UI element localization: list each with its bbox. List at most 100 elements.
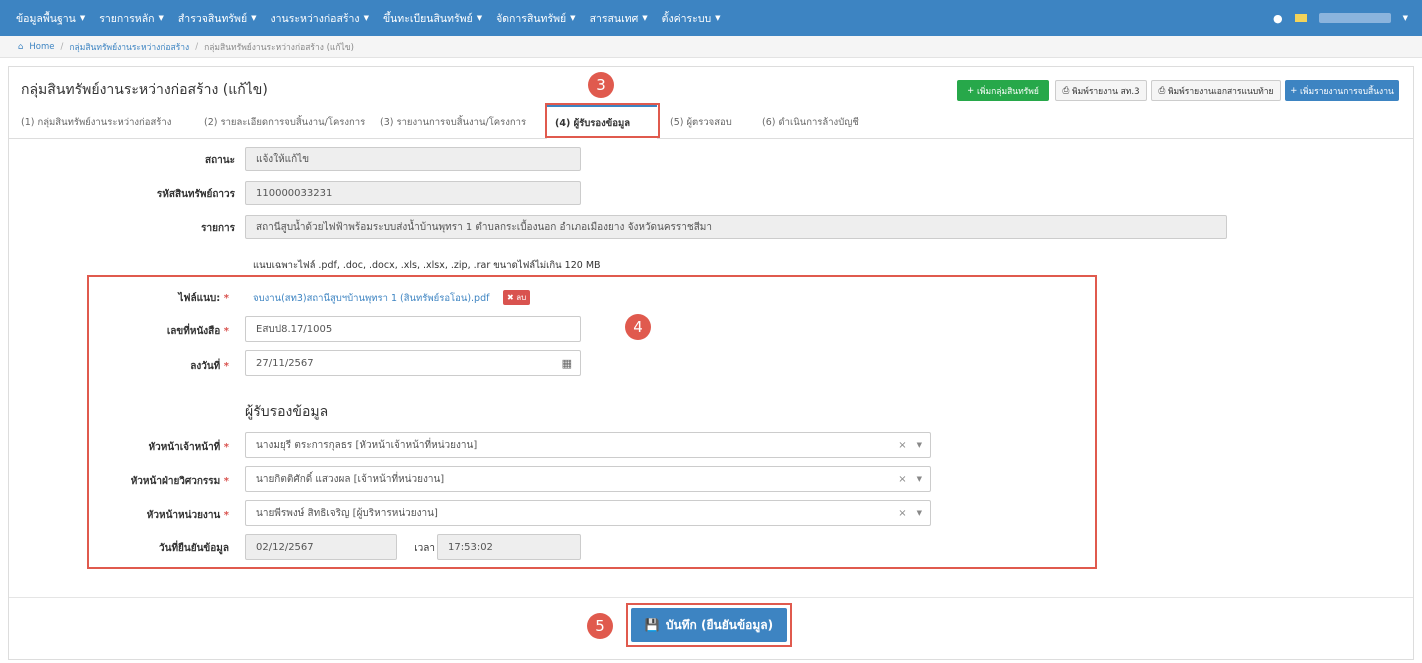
tab-completion-details[interactable]: (2) รายละเอียดการจบสิ้นงาน/โครงการ bbox=[204, 105, 365, 139]
select-controls: × ▼ bbox=[898, 467, 922, 491]
doc-date-input[interactable]: 27/11/2567 ▦ bbox=[245, 350, 581, 376]
nav-right: ● ▼ bbox=[1273, 0, 1408, 36]
nav-item-information[interactable]: สารสนเทศ ▼ bbox=[590, 10, 648, 27]
confirm-date-label: วันที่ยืนยันข้อมูล bbox=[159, 543, 229, 554]
select-controls: × ▼ bbox=[898, 433, 922, 457]
chevron-down-icon[interactable]: ▼ bbox=[917, 441, 922, 449]
label-text: ลงวันที่ bbox=[190, 361, 221, 372]
breadcrumb-home[interactable]: Home bbox=[29, 42, 54, 52]
selected-value: นายกิตติศักดิ์ แสวงผล [เจ้าหน้าที่หน่วยง… bbox=[256, 473, 445, 485]
required-mark: * bbox=[223, 361, 229, 372]
doc-date-label: ลงวันที่ * bbox=[139, 359, 229, 374]
button-label: เพิ่มรายงานการจบสิ้นงาน bbox=[1300, 86, 1394, 97]
nav-item-asset-register[interactable]: ขึ้นทะเบียนสินทรัพย์ ▼ bbox=[383, 10, 482, 27]
nav-item-main-list[interactable]: รายการหลัก ▼ bbox=[99, 10, 164, 27]
caret-down-icon: ▼ bbox=[476, 14, 483, 22]
floppy-disk-icon: 💾 bbox=[644, 618, 660, 632]
nav-label: รายการหลัก bbox=[99, 12, 155, 25]
nav-label: ขึ้นทะเบียนสินทรัพย์ bbox=[382, 12, 473, 25]
label-text: หัวหน้าหน่วยงาน bbox=[146, 510, 221, 521]
delete-file-button[interactable]: ✖ ลบ bbox=[503, 290, 531, 305]
status-field: แจ้งให้แก้ไข bbox=[245, 147, 581, 171]
printer-icon: ⎙ bbox=[1158, 85, 1168, 96]
plus-icon: + bbox=[967, 85, 977, 96]
caret-down-icon: ▼ bbox=[158, 14, 164, 22]
main-panel: กลุ่มสินทรัพย์งานระหว่างก่อสร้าง (แก้ไข)… bbox=[8, 66, 1414, 660]
caret-down-icon: ▼ bbox=[1402, 14, 1408, 22]
label-text: หัวหน้าฝ่ายวิศวกรรม bbox=[130, 476, 221, 487]
nav-item-settings[interactable]: ตั้งค่าระบบ ▼ bbox=[662, 10, 721, 27]
button-label: ลบ bbox=[516, 293, 527, 302]
head-officer-select[interactable]: นางมยุรี ตระการกุลธร [หัวหน้าเจ้าหน้าที่… bbox=[245, 432, 931, 458]
item-label: รายการ bbox=[201, 223, 235, 234]
selected-value: นายพีรพงษ์ สิทธิเจริญ [ผู้บริหารหน่วยงาน… bbox=[256, 507, 438, 519]
annotation-marker-3: 3 bbox=[588, 72, 614, 98]
tab-inspector[interactable]: (5) ผู้ตรวจสอบ bbox=[670, 105, 732, 139]
chevron-down-icon[interactable]: ▼ bbox=[917, 509, 922, 517]
caret-down-icon: ▼ bbox=[642, 14, 648, 22]
breadcrumb-current: กลุ่มสินทรัพย์งานระหว่างก่อสร้าง (แก้ไข) bbox=[204, 42, 354, 53]
add-completion-report-button[interactable]: + เพิ่มรายงานการจบสิ้นงาน bbox=[1285, 80, 1399, 101]
certifier-section-title: ผู้รับรองข้อมูล bbox=[245, 404, 329, 420]
clear-icon[interactable]: × bbox=[898, 440, 906, 451]
doc-no-input[interactable]: Eสบป8.17/1005 bbox=[245, 316, 581, 342]
page-title: กลุ่มสินทรัพย์งานระหว่างก่อสร้าง (แก้ไข) bbox=[21, 82, 268, 98]
caret-down-icon: ▼ bbox=[570, 14, 576, 22]
caret-down-icon: ▼ bbox=[79, 14, 86, 22]
plus-icon: + bbox=[1290, 85, 1301, 96]
calendar-icon[interactable]: ▦ bbox=[562, 351, 572, 375]
nav-label: จัดการสินทรัพย์ bbox=[496, 12, 567, 25]
label-text: ไฟล์แนบ: bbox=[178, 293, 221, 304]
annotation-marker-4: 4 bbox=[625, 314, 651, 340]
clear-icon[interactable]: × bbox=[898, 474, 906, 485]
head-unit-select[interactable]: นายพีรพงษ์ สิทธิเจริญ [ผู้บริหารหน่วยงาน… bbox=[245, 500, 931, 526]
button-label: เพิ่มกลุ่มสินทรัพย์ bbox=[977, 86, 1039, 97]
chevron-down-icon[interactable]: ▼ bbox=[917, 475, 922, 483]
home-icon: ⌂ bbox=[18, 41, 24, 52]
head-engineer-select[interactable]: นายกิตติศักดิ์ แสวงผล [เจ้าหน้าที่หน่วยง… bbox=[245, 466, 931, 492]
head-engineer-label: หัวหน้าฝ่ายวิศวกรรม * bbox=[89, 474, 229, 489]
button-label: พิมพ์รายงานเอกสารแนบท้าย bbox=[1167, 86, 1274, 97]
label-text: เลขที่หนังสือ bbox=[166, 326, 221, 337]
tab-clear-account[interactable]: (6) ดำเนินการล้างบัญชี bbox=[762, 105, 859, 139]
nav-label: สารสนเทศ bbox=[589, 12, 639, 25]
required-mark: * bbox=[223, 476, 229, 487]
nav-item-asset-survey[interactable]: สำรวจสินทรัพย์ ▼ bbox=[178, 10, 257, 27]
flag-icon[interactable] bbox=[1294, 14, 1307, 22]
caret-down-icon: ▼ bbox=[251, 14, 257, 22]
nav-item-basic-data[interactable]: ข้อมูลพื้นฐาน ▼ bbox=[16, 10, 85, 27]
add-asset-group-button[interactable]: + เพิ่มกลุ่มสินทรัพย์ bbox=[957, 80, 1049, 101]
breadcrumb-separator: / bbox=[60, 41, 64, 52]
required-mark: * bbox=[223, 510, 229, 521]
print-attachment-button[interactable]: ⎙ พิมพ์รายงานเอกสารแนบท้าย bbox=[1151, 80, 1281, 101]
nav-label: ข้อมูลพื้นฐาน bbox=[16, 12, 76, 25]
clear-icon[interactable]: × bbox=[898, 508, 906, 519]
caret-down-icon: ▼ bbox=[715, 14, 721, 22]
head-unit-label: หัวหน้าหน่วยงาน * bbox=[109, 508, 229, 523]
nav-item-asset-manage[interactable]: จัดการสินทรัพย์ ▼ bbox=[496, 10, 575, 27]
button-label: พิมพ์รายงาน สท.3 bbox=[1072, 86, 1140, 97]
save-confirm-button[interactable]: 💾 บันทึก (ยืนยันข้อมูล) bbox=[631, 608, 787, 642]
selected-value: นางมยุรี ตระการกุลธร [หัวหน้าเจ้าหน้าที่… bbox=[256, 439, 478, 451]
attachment-file-link[interactable]: จบงาน(สท3)สถานีสูบฯบ้านพุทรา 1 (สินทรัพย… bbox=[253, 291, 489, 306]
annotation-box-tab bbox=[545, 103, 660, 138]
form-divider bbox=[9, 597, 1413, 598]
breadcrumb-level1[interactable]: กลุ่มสินทรัพย์งานระหว่างก่อสร้าง bbox=[69, 40, 189, 54]
tab-completion-report[interactable]: (3) รายงานการจบสิ้นงาน/โครงการ bbox=[380, 105, 526, 139]
time-label: เวลา bbox=[414, 543, 435, 554]
required-mark: * bbox=[223, 293, 229, 304]
annotation-marker-5: 5 bbox=[587, 613, 613, 639]
breadcrumb-separator: / bbox=[195, 41, 199, 52]
nav-label: ตั้งค่าระบบ bbox=[661, 12, 712, 25]
item-field: สถานีสูบน้ำด้วยไฟฟ้าพร้อมระบบส่งน้ำบ้านพ… bbox=[245, 215, 1227, 239]
tab-bar: (1) กลุ่มสินทรัพย์งานระหว่างก่อสร้าง (2)… bbox=[9, 105, 1413, 139]
confirm-date-field: 02/12/2567 bbox=[245, 534, 397, 560]
user-menu[interactable] bbox=[1318, 13, 1391, 23]
tab-construction-group[interactable]: (1) กลุ่มสินทรัพย์งานระหว่างก่อสร้าง bbox=[21, 105, 171, 139]
status-label: สถานะ bbox=[205, 155, 235, 166]
select-controls: × ▼ bbox=[898, 501, 922, 525]
globe-icon[interactable]: ● bbox=[1273, 12, 1283, 25]
date-value: 27/11/2567 bbox=[256, 357, 314, 369]
nav-item-construction[interactable]: งานระหว่างก่อสร้าง ▼ bbox=[271, 10, 369, 27]
print-report-button[interactable]: ⎙ พิมพ์รายงาน สท.3 bbox=[1055, 80, 1147, 101]
